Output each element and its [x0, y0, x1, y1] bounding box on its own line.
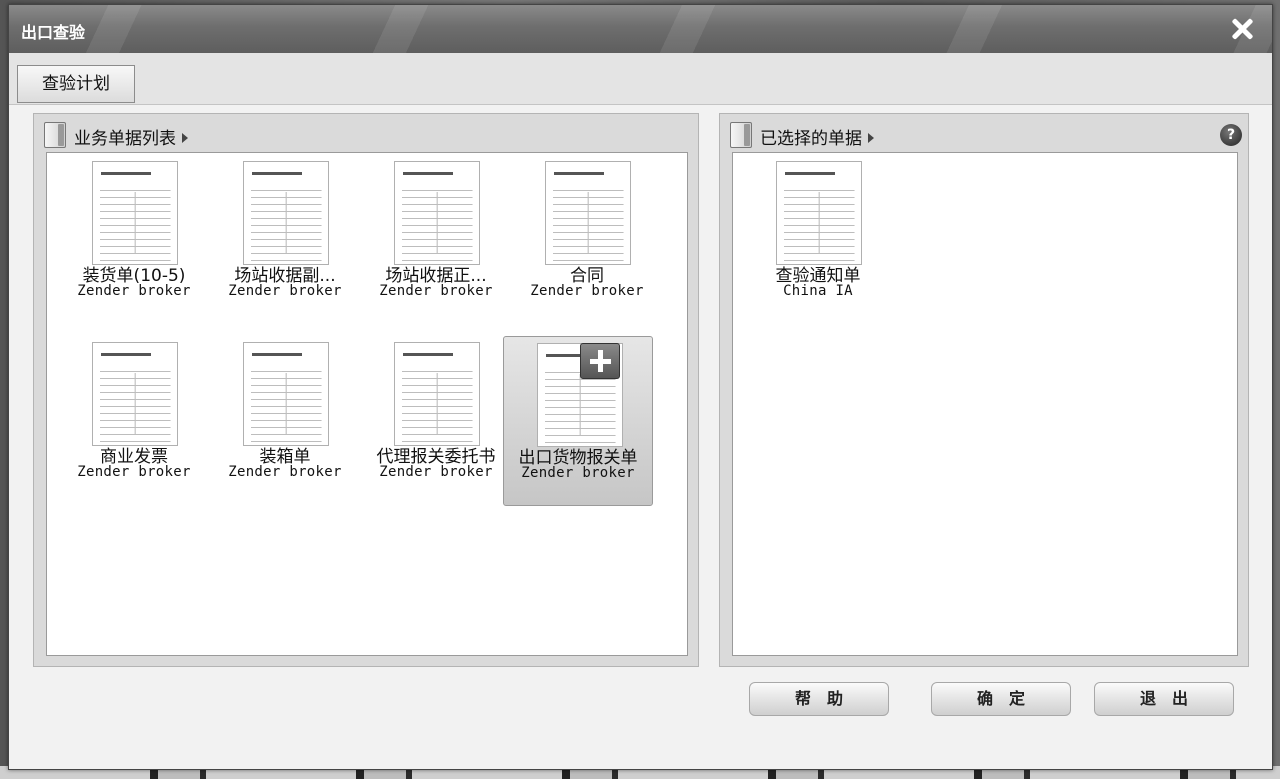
- panel-title[interactable]: 已选择的单据: [760, 124, 874, 149]
- title-bar: 出口查验: [9, 5, 1272, 53]
- document-thumbnail: [545, 161, 631, 265]
- document-thumbnail: [92, 342, 178, 446]
- document-item[interactable]: 场站收据副... Zender broker: [210, 155, 360, 325]
- document-owner: Zender broker: [228, 283, 342, 299]
- document-thumbnail: [243, 342, 329, 446]
- document-thumbnail: [243, 161, 329, 265]
- document-item[interactable]: 代理报关委托书 Zender broker: [361, 336, 511, 506]
- document-owner: China IA: [783, 283, 853, 299]
- help-button[interactable]: 帮助: [749, 682, 889, 716]
- document-thumbnail: [394, 342, 480, 446]
- selected-document-list: 查验通知单 China IA: [732, 152, 1238, 656]
- window-title: 出口查验: [21, 23, 86, 42]
- document-item[interactable]: 场站收据正... Zender broker: [361, 155, 511, 325]
- document-owner: Zender broker: [77, 464, 191, 480]
- document-owner: Zender broker: [228, 464, 342, 480]
- document-owner: Zender broker: [530, 283, 644, 299]
- document-owner: Zender broker: [379, 283, 493, 299]
- exit-button[interactable]: 退出: [1094, 682, 1234, 716]
- panel-title[interactable]: 业务单据列表: [74, 124, 188, 149]
- plus-icon[interactable]: [580, 343, 620, 379]
- selected-documents-panel: 已选择的单据 ? 查验通知单 China IA: [719, 113, 1249, 667]
- document-owner: Zender broker: [379, 464, 493, 480]
- question-mark-icon[interactable]: ?: [1220, 124, 1242, 146]
- document-thumbnail: [776, 161, 862, 265]
- document-owner: Zender broker: [521, 465, 635, 481]
- document-thumbnail: [394, 161, 480, 265]
- panel-header: 已选择的单据 ?: [720, 114, 1248, 152]
- dialog-window: 出口查验 查验计划 业务单据列表 装货单(10-5) Zender broker…: [8, 4, 1273, 770]
- document-item[interactable]: 合同 Zender broker: [512, 155, 662, 325]
- document-item[interactable]: 装货单(10-5) Zender broker: [59, 155, 209, 325]
- document-list: 装货单(10-5) Zender broker 场站收据副... Zender …: [46, 152, 688, 656]
- document-owner: Zender broker: [77, 283, 191, 299]
- book-icon: [730, 122, 754, 148]
- document-thumbnail: [92, 161, 178, 265]
- title-bar-decoration: [9, 5, 1272, 53]
- tab-bar: 查验计划: [9, 53, 1272, 105]
- business-documents-panel: 业务单据列表 装货单(10-5) Zender broker 场站收据副... …: [33, 113, 699, 667]
- panel-header: 业务单据列表: [34, 114, 698, 152]
- tab-inspection-plan[interactable]: 查验计划: [17, 65, 135, 103]
- close-icon[interactable]: [1228, 15, 1256, 43]
- confirm-button[interactable]: 确定: [931, 682, 1071, 716]
- document-item[interactable]: 商业发票 Zender broker: [59, 336, 209, 506]
- selected-document-item[interactable]: 查验通知单 China IA: [743, 155, 893, 325]
- book-icon: [44, 122, 68, 148]
- document-item[interactable]: 装箱单 Zender broker: [210, 336, 360, 506]
- document-item-selected[interactable]: 出口货物报关单 Zender broker: [503, 336, 653, 506]
